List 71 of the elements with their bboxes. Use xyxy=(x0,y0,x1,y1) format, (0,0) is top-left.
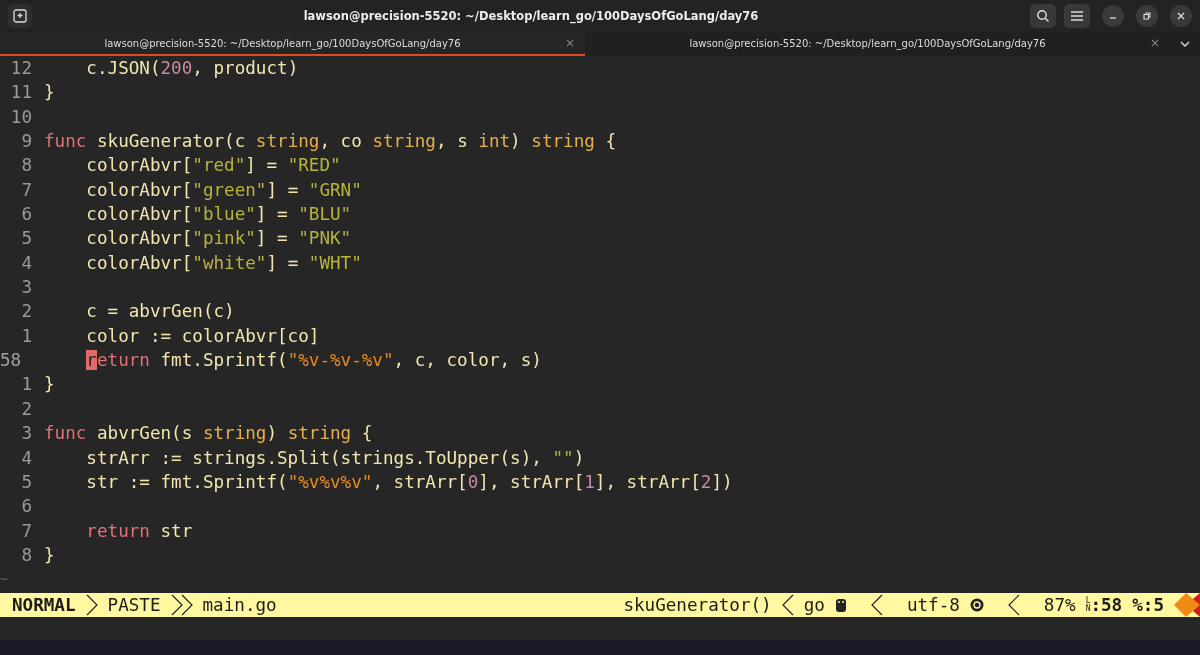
line-number: 7 xyxy=(20,519,32,543)
chevron-down-icon[interactable] xyxy=(1180,41,1190,47)
code-line: strArr := strings.Split(strings.ToUpper(s), "") xyxy=(86,446,585,470)
code-line: colorAbvr["blue"] = "BLU" xyxy=(86,203,352,227)
line-symbol: LN xyxy=(1085,597,1091,613)
line-number: 4 xyxy=(20,446,32,470)
chevron-left-icon xyxy=(781,594,794,616)
line-position: :58 xyxy=(1090,595,1123,615)
code-line: func abvrGen(s string) string { xyxy=(44,422,373,446)
chevron-left-icon xyxy=(1007,594,1020,616)
tab-close-button[interactable]: × xyxy=(564,37,575,49)
tab-close-button[interactable]: × xyxy=(1149,37,1160,49)
line-number: 3 xyxy=(20,276,32,300)
function-name: skuGenerator() xyxy=(623,595,772,615)
line-number: 7 xyxy=(20,178,32,202)
line-number: 12 xyxy=(9,57,32,80)
file-type: go xyxy=(803,595,825,615)
line-number: 10 xyxy=(9,105,32,129)
code-line: } xyxy=(44,543,55,567)
mode-indicator: NORMAL xyxy=(12,595,76,615)
line-number: 6 xyxy=(20,203,32,227)
triangle-marker-icon xyxy=(1174,593,1200,617)
close-button[interactable] xyxy=(1170,5,1192,27)
line-number: 1 xyxy=(20,373,32,397)
search-button[interactable] xyxy=(1030,4,1056,28)
menu-icon xyxy=(1071,11,1083,21)
line-number: 5 xyxy=(20,470,32,494)
code-line: colorAbvr["green"] = "GRN" xyxy=(86,178,362,202)
code-line: color := colorAbvr[co] xyxy=(86,324,320,348)
close-icon xyxy=(1177,12,1185,20)
double-chevron-right-icon xyxy=(170,594,193,616)
code-line: c.JSON(200, product) xyxy=(86,57,299,80)
window-title: lawson@precision-5520: ~/Desktop/learn_go/100DaysOfGoLang/day76 xyxy=(302,9,760,23)
line-number: 1 xyxy=(20,324,32,348)
line-number: 2 xyxy=(20,397,32,421)
line-number: 8 xyxy=(20,154,32,178)
line-number: 5 xyxy=(20,227,32,251)
chevron-left-icon xyxy=(870,594,883,616)
line-number: 3 xyxy=(20,422,32,446)
line-number: 6 xyxy=(20,495,32,519)
paste-indicator: PASTE xyxy=(107,595,161,615)
code-line: return str xyxy=(86,519,193,543)
restore-button[interactable] xyxy=(1136,5,1158,27)
code-line: } xyxy=(44,373,55,397)
terminal-tab[interactable]: lawson@precision-5520: ~/Desktop/learn_go/100DaysOfGoLang/day76 × xyxy=(585,32,1170,56)
scroll-percent: 87% xyxy=(1043,595,1076,615)
line-number: 11 xyxy=(9,81,32,105)
chevron-right-icon xyxy=(85,594,98,616)
menu-button[interactable] xyxy=(1064,4,1090,28)
restore-icon xyxy=(1143,12,1151,20)
code-line: colorAbvr["red"] = "RED" xyxy=(86,154,341,178)
code-line: func skuGenerator(c string, co string, s int) string { xyxy=(44,130,617,154)
terminal-tab[interactable]: lawson@precision-5520: ~/Desktop/learn_go/100DaysOfGoLang/day76 × xyxy=(0,32,585,56)
line-number: 8 xyxy=(20,543,32,567)
file-encoding: utf-8 xyxy=(906,595,960,615)
column-position: %:5 xyxy=(1132,595,1164,615)
code-line: str := fmt.Sprintf("%v%v%v", strArr[0], strArr[1], strArr[2]) xyxy=(86,470,733,494)
new-tab-button[interactable] xyxy=(8,4,32,28)
line-number: 4 xyxy=(20,251,32,275)
line-number: 9 xyxy=(20,130,32,154)
line-number: 2 xyxy=(20,300,32,324)
line-number: 58 xyxy=(0,349,23,373)
code-line: colorAbvr["pink"] = "PNK" xyxy=(86,227,352,251)
file-name: main.go xyxy=(202,595,277,615)
code-line: c = abvrGen(c) xyxy=(86,300,235,324)
empty-line-marker: ~ xyxy=(0,570,8,589)
code-line: colorAbvr["white"] = "WHT" xyxy=(86,251,362,275)
new-tab-icon xyxy=(13,9,27,23)
minimize-button[interactable] xyxy=(1102,5,1124,27)
search-icon xyxy=(1036,9,1050,23)
code-line: } xyxy=(44,81,55,105)
